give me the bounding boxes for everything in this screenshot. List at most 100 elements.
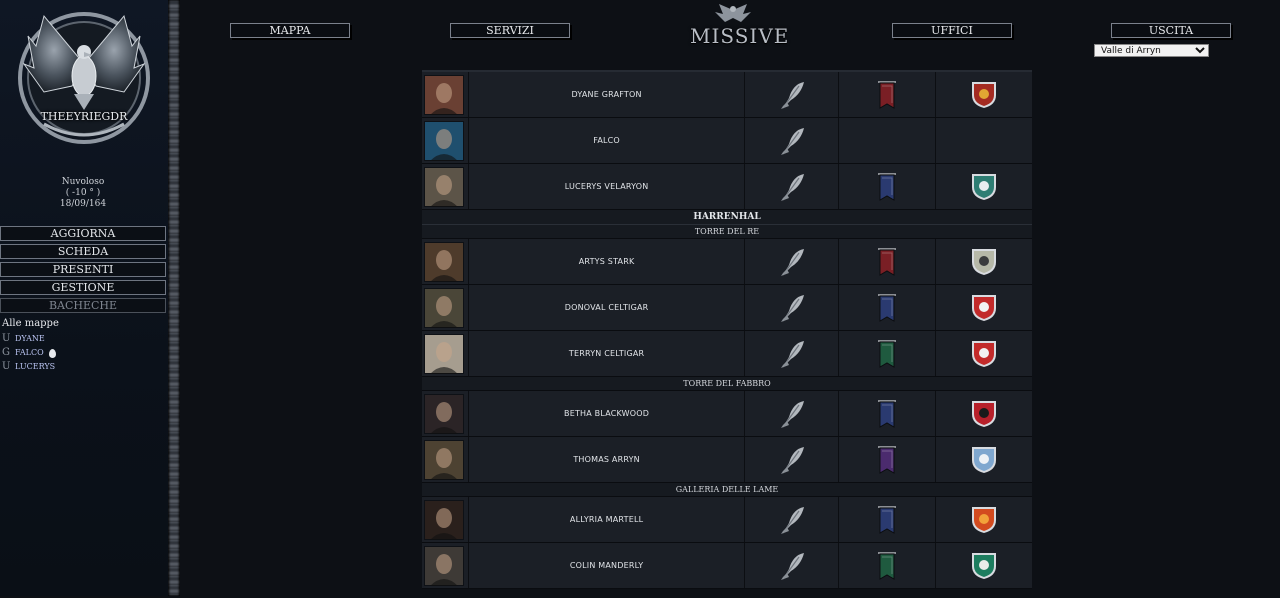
banner-cell [839,118,937,163]
character-name[interactable]: DYANE GRAFTON [469,72,746,117]
maps-title[interactable]: Alle mappe [2,318,59,329]
mappa-button[interactable]: MAPPA [230,23,350,38]
character-avatar[interactable] [424,499,464,540]
character-name[interactable]: DONOVAL CELTIGAR [469,285,746,330]
avatar-cell [422,285,469,330]
character-row: DONOVAL CELTIGAR [422,285,1032,331]
avatar-cell [422,497,469,542]
weather-temperature: ( -10 ° ) [65,188,101,198]
character-name[interactable]: ALLYRIA MARTELL [469,497,746,542]
quill-icon[interactable] [779,551,805,581]
character-avatar[interactable] [424,439,464,480]
servizi-button[interactable]: SERVIZI [450,23,570,38]
sidebar-item-bacheche[interactable]: BACHECHE [0,298,166,313]
quill-icon[interactable] [779,247,805,277]
sidebar-item-scheda[interactable]: SCHEDA [0,244,166,259]
banner-cell [839,164,937,209]
banner-cell [839,285,937,330]
house-banner-icon[interactable] [878,339,897,368]
quill-icon[interactable] [779,293,805,323]
quill-icon[interactable] [779,339,805,369]
house-sigil-icon [972,400,997,427]
uffici-button[interactable]: UFFICI [892,23,1012,38]
character-avatar[interactable] [424,166,464,207]
quill-icon[interactable] [779,126,805,156]
house-banner-icon[interactable] [878,551,897,580]
site-logo[interactable]: THEEYRIEGDR [14,6,154,146]
send-missive-cell [745,285,839,330]
map-user-name[interactable]: FALCO [15,346,44,360]
quill-icon[interactable] [779,399,805,429]
quill-icon[interactable] [779,80,805,110]
page-title-text: MISSIVE [690,24,790,48]
house-banner-icon[interactable] [878,505,897,534]
banner-cell [839,72,937,117]
house-banner-icon[interactable] [878,445,897,474]
sigil-cell [936,391,1032,436]
sidebar-item-aggiorna[interactable]: AGGIORNA [0,226,166,241]
character-avatar[interactable] [424,74,464,115]
character-name[interactable]: LUCERYS VELARYON [469,164,746,209]
send-missive-cell [745,391,839,436]
character-avatar[interactable] [424,393,464,434]
house-banner-icon[interactable] [878,399,897,428]
map-user-name[interactable]: LUCERYS [15,360,55,374]
house-banner-icon[interactable] [878,172,897,201]
send-missive-cell [745,497,839,542]
character-name[interactable]: TERRYN CELTIGAR [469,331,746,376]
character-name[interactable]: ARTYS STARK [469,239,746,284]
uscita-button[interactable]: USCITA [1111,23,1231,38]
banner-cell [839,391,937,436]
banner-cell [839,331,937,376]
send-missive-cell [745,543,839,588]
quill-icon[interactable] [779,445,805,475]
map-link-lucerys[interactable]: U LUCERYS [2,360,59,374]
character-row: FALCO [422,118,1032,164]
sigil-cell [936,239,1032,284]
sidebar-menu: AGGIORNA SCHEDA PRESENTI GESTIONE BACHECHE [0,226,166,316]
avatar-cell [422,437,469,482]
sidebar-item-presenti[interactable]: PRESENTI [0,262,166,277]
house-banner-icon[interactable] [878,293,897,322]
banner-cell [839,497,937,542]
send-missive-cell [745,331,839,376]
droplet-icon [48,348,56,358]
house-sigil-icon [972,506,997,533]
house-banner-icon[interactable] [878,247,897,276]
weather-condition: Nuvoloso [61,177,105,187]
character-name[interactable]: FALCO [469,118,746,163]
send-missive-cell [745,164,839,209]
banner-cell [839,437,937,482]
character-name[interactable]: COLIN MANDERLY [469,543,746,588]
character-name[interactable]: THOMAS ARRYN [469,437,746,482]
sidebar-item-gestione[interactable]: GESTIONE [0,280,166,295]
stone-divider [168,0,180,596]
map-user-name[interactable]: DYANE [15,332,45,346]
sigil-cell [936,543,1032,588]
quill-icon[interactable] [779,172,805,202]
region-select[interactable]: Valle di Arryn [1094,44,1209,57]
character-roster: DYANE GRAFTON FALCO LUCERYS VELARYON HARREN… [422,70,1032,598]
banner-cell [839,543,937,588]
quill-icon[interactable] [779,505,805,535]
sidebar: THEEYRIEGDR Nuvoloso ( -10 ° ) 18/09/164… [0,0,168,596]
character-avatar[interactable] [424,333,464,374]
logo-text: THEEYRIEGDR [40,110,128,123]
character-row: TERRYN CELTIGAR [422,331,1032,377]
avatar-cell [422,391,469,436]
weather-panel: Nuvoloso ( -10 ° ) 18/09/164 [0,177,166,210]
map-link-dyane[interactable]: U DYANE [2,332,59,346]
banner-cell [839,239,937,284]
character-avatar[interactable] [424,545,464,586]
location-subheader: GALLERIA DELLE LAME [422,483,1032,497]
house-banner-icon[interactable] [878,80,897,109]
send-missive-cell [745,437,839,482]
map-link-falco[interactable]: G FALCO [2,346,59,360]
character-name[interactable]: BETHA BLACKWOOD [469,391,746,436]
character-avatar[interactable] [424,120,464,161]
character-avatar[interactable] [424,287,464,328]
avatar-cell [422,118,469,163]
map-user-tag: G [2,347,10,358]
location-subheader: TORRE DEL FABBRO [422,377,1032,391]
character-avatar[interactable] [424,241,464,282]
